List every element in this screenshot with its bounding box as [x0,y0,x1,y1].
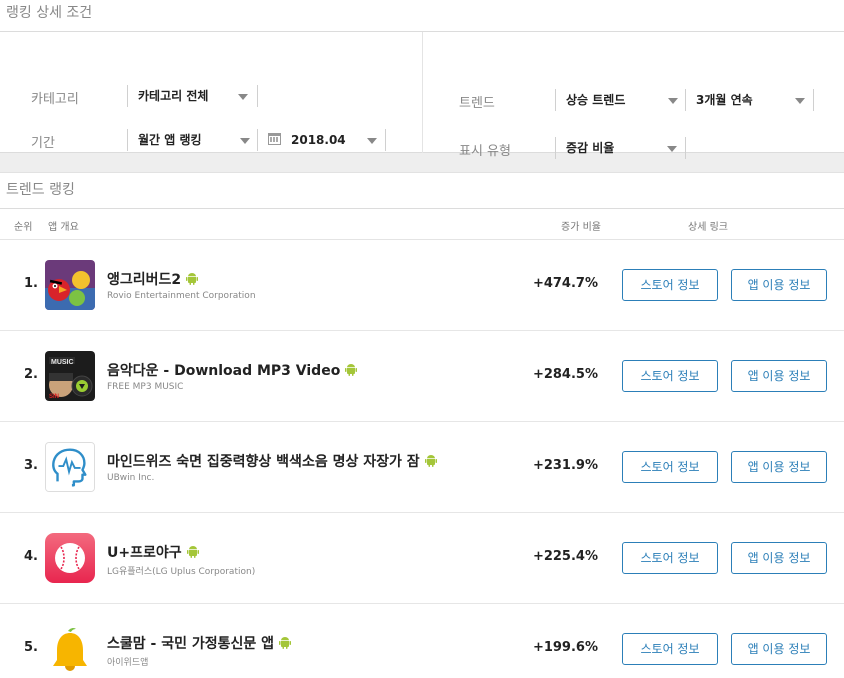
table-row: 2. MUSIC SIN 음악다운 - Download MP3 Video F… [0,331,844,422]
detail-section-title: 랭킹 상세 조건 [0,0,844,32]
app-name-text: 음악다운 - Download MP3 Video [107,363,341,379]
chevron-down-icon [238,94,248,100]
date-select[interactable]: 2018.04 [257,129,386,151]
section-gap [0,153,844,173]
display-label: 표시 유형 [459,144,511,159]
app-name-text: 앵그리버드2 [107,272,182,288]
period-label: 기간 [31,136,55,151]
growth-rate: +225.4% [532,549,598,564]
svg-text:MUSIC: MUSIC [51,359,74,366]
header-app: 앱 개요 [48,222,79,233]
header-links: 상세 링크 [688,222,728,233]
app-name[interactable]: 음악다운 - Download MP3 Video [107,360,358,380]
trend-duration-value: 3개월 연속 [696,93,753,107]
rank-number: 1. [24,276,38,291]
trend-select[interactable]: 상승 트렌드 [555,89,686,111]
trend-duration-select[interactable]: 3개월 연속 [685,89,814,111]
app-usage-button[interactable]: 앱 이용 정보 [731,542,827,574]
store-info-button[interactable]: 스토어 정보 [622,269,718,301]
publisher-name: LG유플러스(LG Uplus Corporation) [107,567,256,577]
period-value: 월간 앱 랭킹 [138,133,202,147]
baseball-icon[interactable] [45,533,95,583]
app-usage-button[interactable]: 앱 이용 정보 [731,633,827,665]
rank-number: 3. [24,458,38,473]
chevron-down-icon [668,98,678,104]
publisher-name: FREE MP3 MUSIC [107,382,184,392]
android-icon [186,273,199,285]
display-select[interactable]: 증감 비율 [555,137,686,159]
date-value: 2018.04 [291,133,346,147]
ranking-list: 1. 앵그리버드2 Rovio Entertainment Corporatio… [0,240,844,678]
store-info-button[interactable]: 스토어 정보 [622,360,718,392]
header-rank: 순위 [14,222,33,233]
calendar-icon [268,133,281,145]
rank-number: 4. [24,549,38,564]
filter-panel: 카테고리 카테고리 전체 기간 월간 앱 랭킹 2018.04 트렌드 상승 트… [0,32,844,159]
category-value: 카테고리 전체 [138,89,209,103]
rank-number: 5. [24,640,38,655]
store-info-button[interactable]: 스토어 정보 [622,542,718,574]
growth-rate: +284.5% [532,367,598,382]
rank-number: 2. [24,367,38,382]
android-icon [186,546,199,558]
app-name-text: 스쿨맘 - 국민 가정통신문 앱 [107,636,274,652]
svg-text:SIN: SIN [49,394,59,400]
table-row: 3. 마인드위즈 숙면 집중력향상 백색소음 명상 자장가 잠 UBwin In… [0,422,844,513]
chevron-down-icon [367,138,377,144]
trend-label: 트렌드 [459,96,495,111]
growth-rate: +474.7% [532,276,598,291]
store-info-button[interactable]: 스토어 정보 [622,451,718,483]
app-name-text: U+프로야구 [107,545,182,561]
table-row: 5. 스쿨맘 - 국민 가정통신문 앱 아이위드앱 +199.6% 스토어 정보… [0,604,844,678]
trend-section-title: 트렌드 랭킹 [0,173,844,209]
chevron-down-icon [240,138,250,144]
app-name-text: 마인드위즈 숙면 집중력향상 백색소음 명상 자장가 잠 [107,454,420,470]
publisher-name: UBwin Inc. [107,473,155,483]
android-icon [345,364,358,376]
table-row: 4. U+프로야구 LG유플러스(LG Uplus Corporation) +… [0,513,844,604]
app-name[interactable]: 앵그리버드2 [107,269,199,289]
filter-divider [422,32,423,153]
school-bell-icon[interactable] [45,624,95,674]
chevron-down-icon [795,98,805,104]
category-label: 카테고리 [31,92,79,107]
category-select[interactable]: 카테고리 전체 [127,85,258,107]
display-value: 증감 비율 [566,141,615,155]
chevron-down-icon [667,146,677,152]
table-header: 순위 앱 개요 증가 비율 상세 링크 [0,209,844,240]
angry-birds-icon[interactable] [45,260,95,310]
header-rate: 증가 비율 [561,222,601,233]
app-name[interactable]: 스쿨맘 - 국민 가정통신문 앱 [107,633,291,653]
android-icon [424,455,437,467]
publisher-name: 아이위드앱 [107,658,149,668]
app-usage-button[interactable]: 앱 이용 정보 [731,451,827,483]
store-info-button[interactable]: 스토어 정보 [622,633,718,665]
app-name[interactable]: 마인드위즈 숙면 집중력향상 백색소음 명상 자장가 잠 [107,451,437,471]
period-select[interactable]: 월간 앱 랭킹 [127,129,258,151]
android-icon [279,637,291,649]
mindwiz-head-icon[interactable] [45,442,95,492]
growth-rate: +231.9% [532,458,598,473]
app-usage-button[interactable]: 앱 이용 정보 [731,269,827,301]
app-name[interactable]: U+프로야구 [107,542,199,562]
table-row: 1. 앵그리버드2 Rovio Entertainment Corporatio… [0,240,844,331]
growth-rate: +199.6% [532,640,598,655]
music-download-icon[interactable]: MUSIC SIN [45,351,95,401]
publisher-name: Rovio Entertainment Corporation [107,291,256,301]
trend-value: 상승 트렌드 [566,93,626,107]
app-usage-button[interactable]: 앱 이용 정보 [731,360,827,392]
